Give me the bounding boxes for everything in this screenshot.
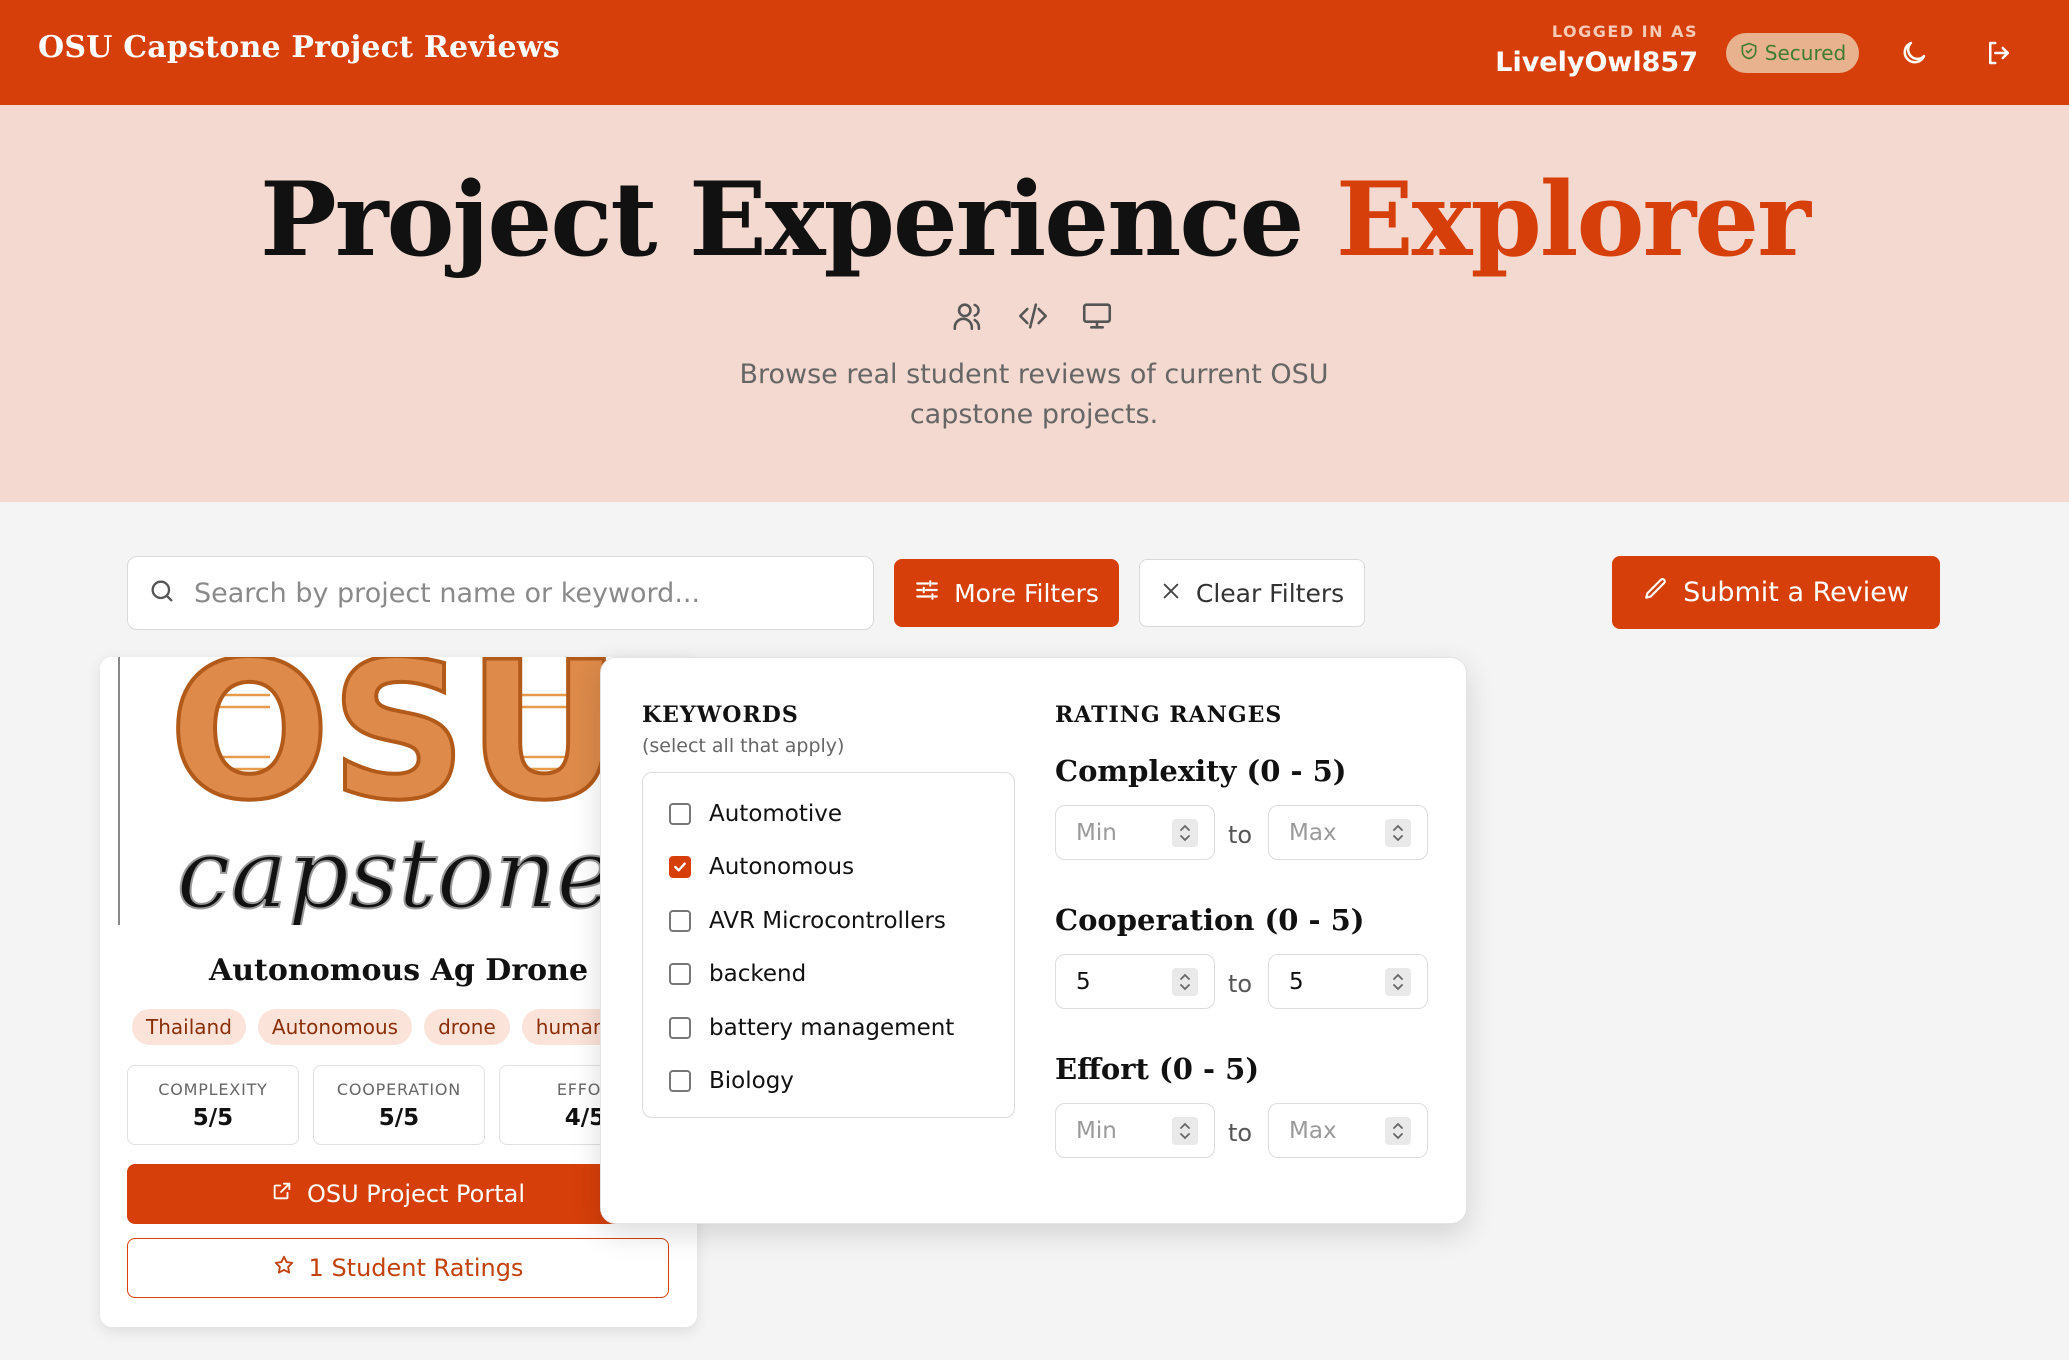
stepper-icon[interactable] [1172, 819, 1198, 847]
checkbox[interactable] [669, 802, 691, 825]
filters-panel: KEYWORDS (select all that apply) Automot… [600, 657, 1467, 1224]
range-to-label: to [1228, 970, 1253, 998]
clear-filters-button[interactable]: Clear Filters [1139, 559, 1365, 627]
checkbox[interactable] [669, 1070, 691, 1093]
check-icon [674, 862, 686, 872]
cooperation-range-label: Cooperation (0 - 5) [1055, 903, 1365, 937]
more-filters-label: More Filters [954, 578, 1099, 608]
stat-value: 5/5 [378, 1105, 420, 1131]
hero-icons [950, 298, 1120, 334]
submit-review-button[interactable]: Submit a Review [1612, 556, 1940, 629]
keywords-subtitle: (select all that apply) [642, 735, 845, 757]
stepper-icon[interactable] [1385, 1117, 1411, 1145]
logged-in-info: LOGGED IN AS LivelyOwl857 [1495, 22, 1698, 78]
keyword-label: Automotive [709, 800, 843, 827]
student-ratings-label: 1 Student Ratings [308, 1254, 524, 1282]
keyword-option[interactable]: Automotive [643, 787, 1014, 841]
complexity-max-value: Max [1289, 819, 1337, 846]
cooperation-max-input[interactable]: 5 [1268, 954, 1428, 1009]
cooperation-min-input[interactable]: 5 [1055, 954, 1215, 1009]
keyword-option[interactable]: Autonomous [643, 841, 1014, 895]
code-icon [1014, 298, 1052, 334]
stepper-icon[interactable] [1172, 1117, 1198, 1145]
keyword-option[interactable]: backend [643, 948, 1014, 1002]
logo-capstone-text: capstone [177, 818, 614, 925]
stepper-icon[interactable] [1172, 968, 1198, 996]
submit-review-label: Submit a Review [1683, 577, 1909, 608]
logo-osu-text: OSU [169, 657, 622, 842]
keywords-list[interactable]: Automotive Autonomous AVR Microcontrolle… [642, 772, 1015, 1118]
secured-label: Secured [1764, 41, 1847, 65]
complexity-range-label: Complexity (0 - 5) [1055, 754, 1347, 788]
clear-filters-label: Clear Filters [1195, 578, 1345, 608]
checkbox[interactable] [669, 909, 691, 932]
checkbox-checked[interactable] [669, 856, 691, 879]
close-icon [1160, 579, 1182, 608]
keyword-label: Biology [709, 1068, 794, 1095]
logged-in-label: LOGGED IN AS [1551, 22, 1698, 41]
page-title: Project Experience Explorer [0, 160, 2069, 280]
stat-cooperation: COOPERATION 5/5 [313, 1065, 485, 1145]
pencil-icon [1643, 576, 1669, 609]
keyword-option[interactable]: AVR Microcontrollers [643, 894, 1014, 948]
cooperation-max-value: 5 [1289, 968, 1304, 995]
effort-min-input[interactable]: Min [1055, 1103, 1215, 1158]
search-input[interactable] [194, 577, 834, 609]
external-link-icon [271, 1180, 293, 1208]
project-portal-button[interactable]: OSU Project Portal [127, 1164, 669, 1224]
checkbox[interactable] [669, 963, 691, 986]
secured-badge: Secured [1726, 33, 1859, 73]
project-portal-label: OSU Project Portal [306, 1180, 525, 1208]
sliders-icon [914, 577, 940, 609]
rating-ranges-title: RATING RANGES [1055, 702, 1283, 728]
username: LivelyOwl857 [1495, 47, 1698, 78]
page-title-accent: Explorer [1335, 160, 1811, 280]
star-icon [273, 1254, 295, 1282]
effort-max-input[interactable]: Max [1268, 1103, 1428, 1158]
complexity-min-value: Min [1076, 819, 1117, 846]
effort-range-label: Effort (0 - 5) [1055, 1052, 1260, 1086]
tag[interactable]: Autonomous [257, 1009, 413, 1045]
more-filters-button[interactable]: More Filters [894, 559, 1119, 627]
stat-complexity: COMPLEXITY 5/5 [127, 1065, 299, 1145]
range-to-label: to [1228, 1119, 1253, 1147]
keywords-title: KEYWORDS [642, 702, 799, 728]
checkbox[interactable] [669, 1016, 691, 1039]
range-to-label: to [1228, 821, 1253, 849]
keyword-label: backend [709, 961, 807, 988]
users-icon [950, 298, 988, 334]
search-icon [148, 577, 176, 609]
stepper-icon[interactable] [1385, 819, 1411, 847]
student-ratings-button[interactable]: 1 Student Ratings [127, 1238, 669, 1298]
tag[interactable]: drone [424, 1009, 510, 1045]
keyword-label: Autonomous [709, 854, 855, 881]
complexity-min-input[interactable]: Min [1055, 805, 1215, 860]
stepper-icon[interactable] [1385, 968, 1411, 996]
keyword-option[interactable]: Biology [643, 1055, 1014, 1109]
keyword-label: battery management [709, 1014, 955, 1041]
keyword-label: AVR Microcontrollers [709, 907, 946, 934]
shield-check-icon [1739, 41, 1759, 66]
page-title-main: Project Experience [260, 160, 1304, 280]
logout-icon[interactable] [1982, 36, 2016, 70]
effort-max-value: Max [1289, 1117, 1337, 1144]
tag[interactable]: Thailand [132, 1009, 246, 1045]
monitor-icon [1078, 298, 1116, 334]
effort-min-value: Min [1076, 1117, 1117, 1144]
keyword-option[interactable]: battery management [643, 1001, 1014, 1055]
brand-title[interactable]: OSU Capstone Project Reviews [38, 30, 560, 65]
complexity-max-input[interactable]: Max [1268, 805, 1428, 860]
stat-value: 5/5 [192, 1105, 234, 1131]
cooperation-min-value: 5 [1076, 968, 1091, 995]
stat-label: COOPERATION [336, 1080, 462, 1099]
stat-label: COMPLEXITY [158, 1080, 268, 1099]
top-navbar: OSU Capstone Project Reviews LOGGED IN A… [0, 0, 2069, 105]
project-stats: COMPLEXITY 5/5 COOPERATION 5/5 EFFOR 4/5 [127, 1065, 671, 1145]
search-box[interactable] [127, 556, 874, 630]
moon-icon[interactable] [1897, 36, 1931, 70]
hero-subtitle: Browse real student reviews of current O… [739, 359, 1329, 430]
